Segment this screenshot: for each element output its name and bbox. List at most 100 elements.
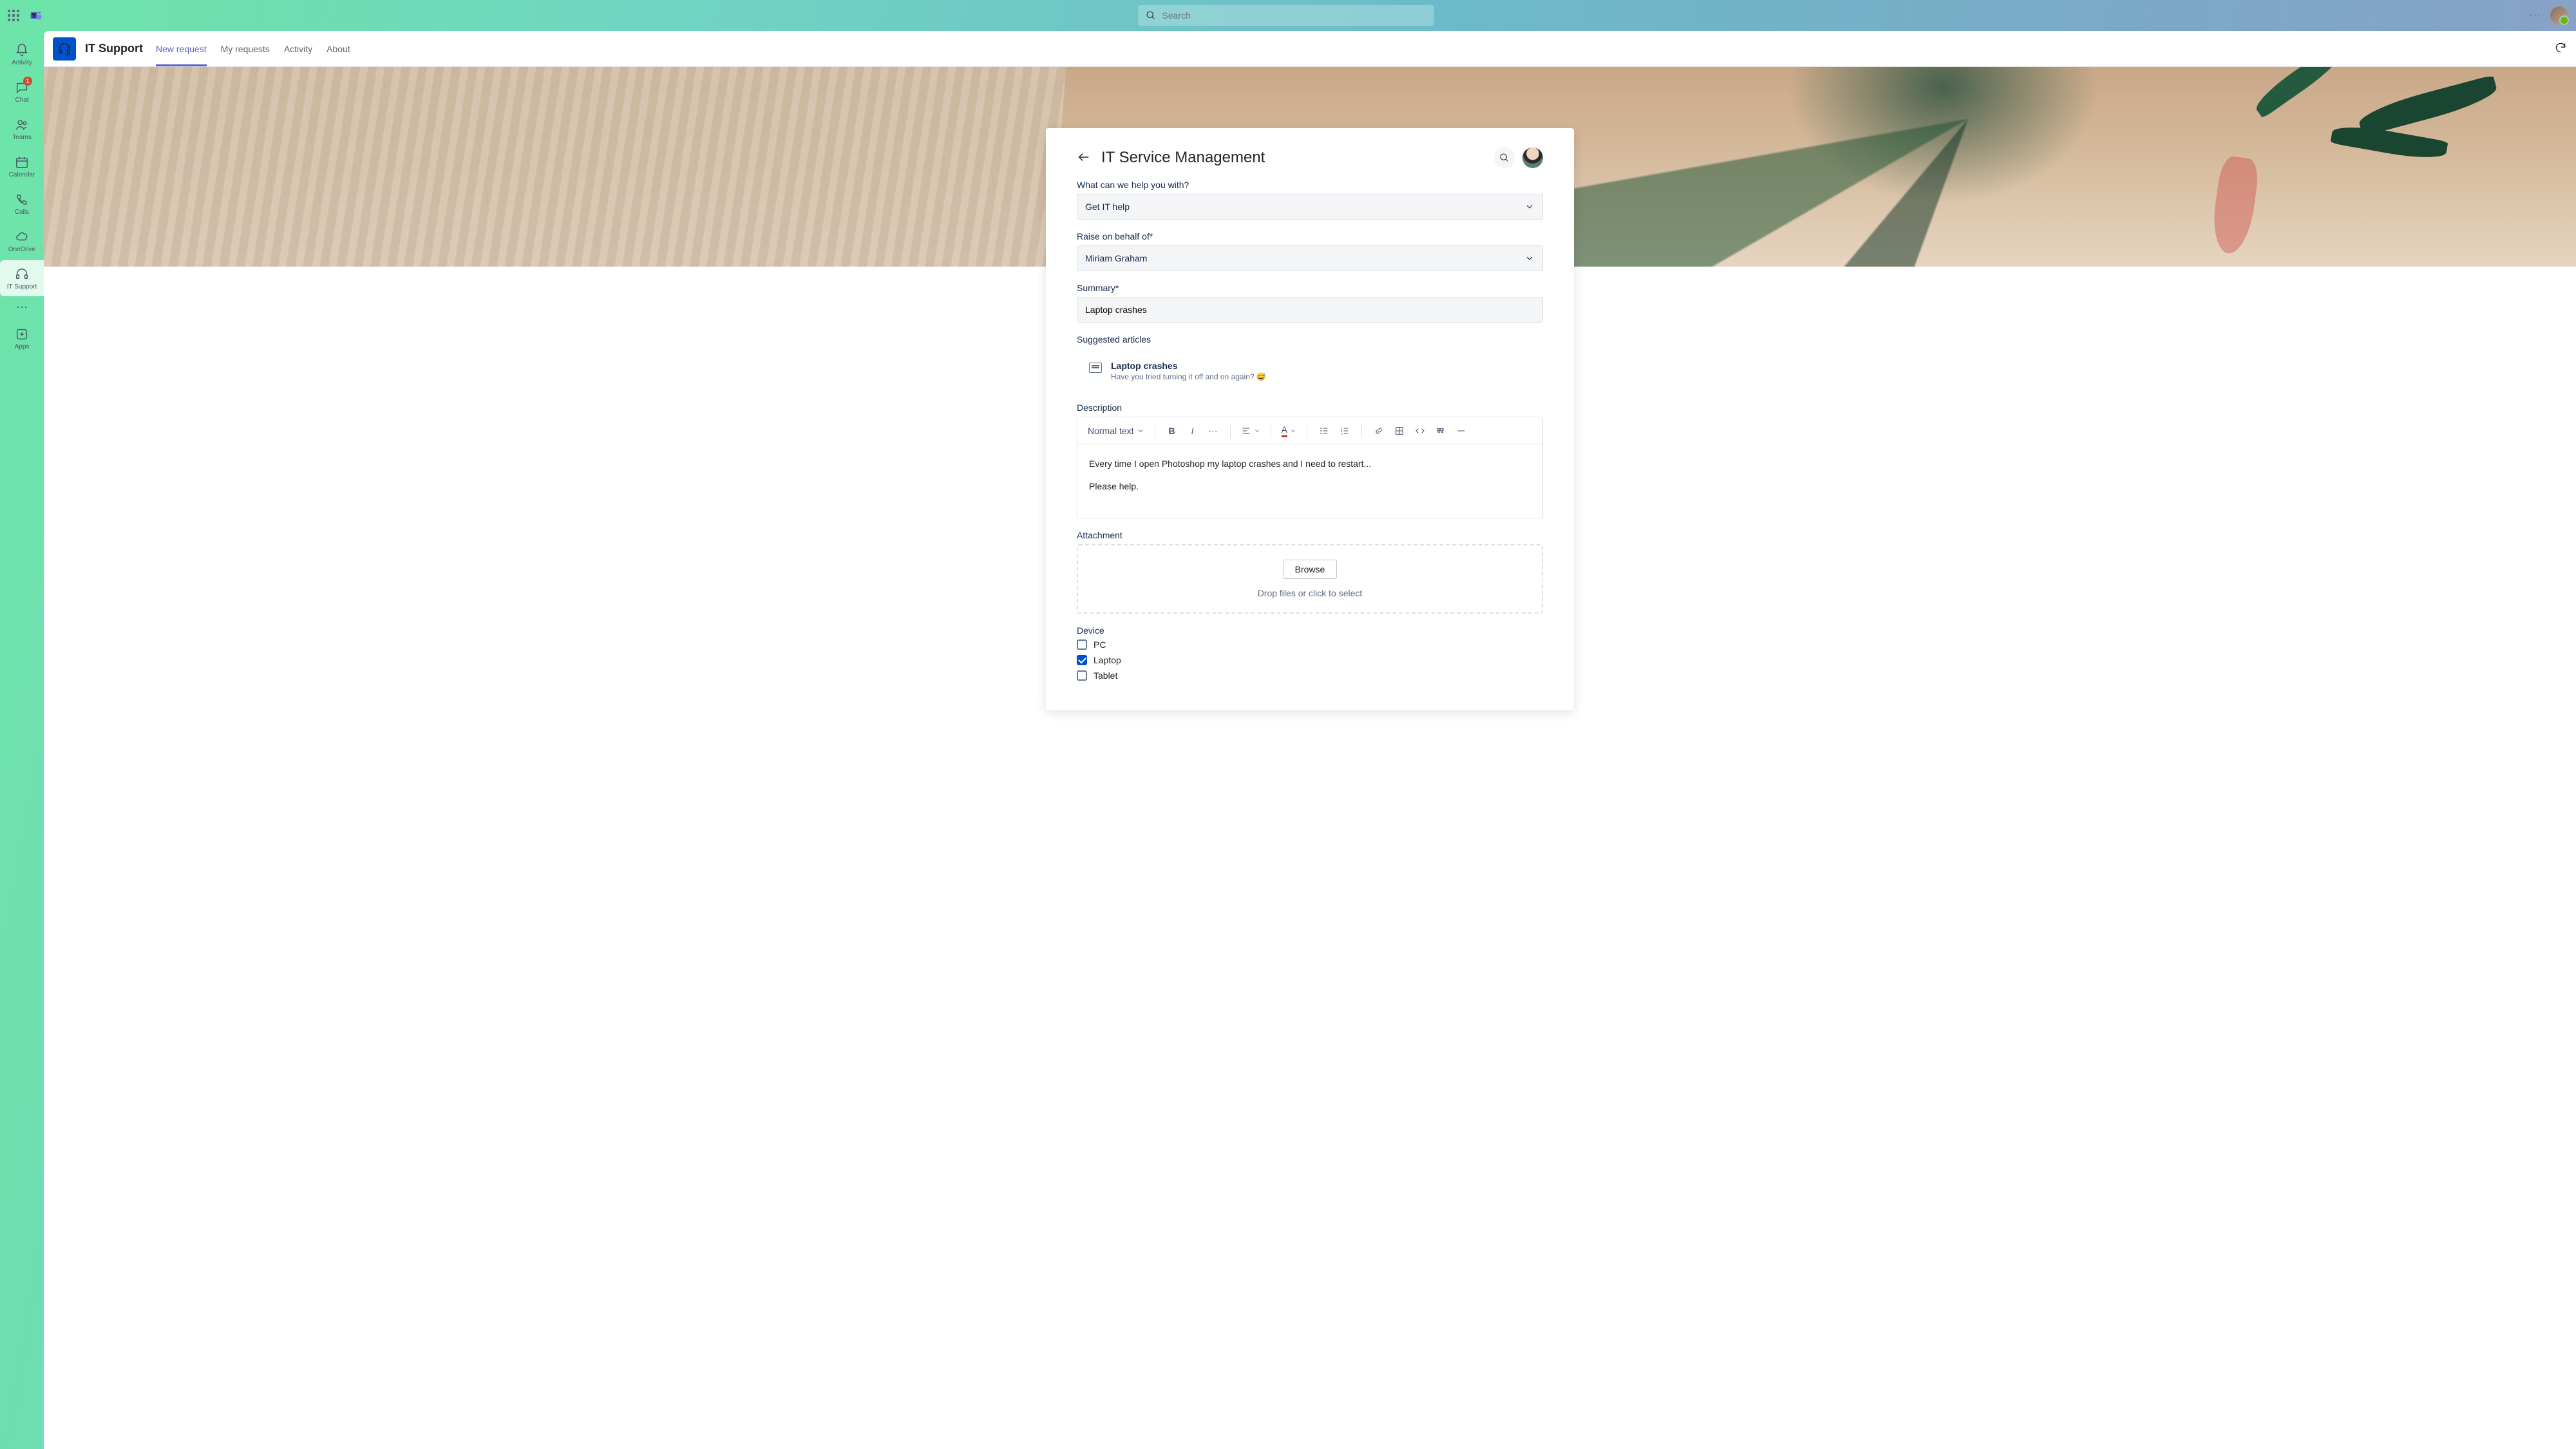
rte-toolbar: Normal text B I ···: [1077, 417, 1542, 444]
rail-teams[interactable]: Teams: [0, 111, 44, 147]
requester-avatar[interactable]: [1522, 147, 1543, 168]
global-search[interactable]: [1138, 5, 1434, 26]
chevron-down-icon: [1524, 253, 1535, 263]
tab-activity[interactable]: Activity: [284, 31, 312, 66]
tab-my-requests[interactable]: My requests: [221, 31, 270, 66]
rte-align-button[interactable]: [1238, 422, 1263, 440]
checkbox-icon: [1077, 639, 1087, 650]
help-select[interactable]: Get IT help: [1077, 194, 1543, 220]
app-title: IT Support: [85, 42, 143, 55]
rail-onedrive[interactable]: OneDrive: [0, 223, 44, 259]
device-pc-checkbox[interactable]: PC: [1077, 639, 1543, 650]
rte-text-color-button[interactable]: A: [1279, 422, 1299, 440]
svg-text:3: 3: [1341, 432, 1343, 435]
rte-hr-button[interactable]: [1452, 422, 1470, 440]
link-icon: [1374, 426, 1384, 436]
article-icon: [1089, 363, 1102, 373]
title-bar: T ···: [0, 0, 2576, 31]
description-editor: Normal text B I ···: [1077, 417, 1543, 518]
teams-logo-icon: T: [30, 9, 43, 22]
help-label: What can we help you with?: [1077, 180, 1543, 190]
back-button[interactable]: [1077, 150, 1091, 166]
rte-more-formatting[interactable]: ···: [1204, 422, 1222, 440]
rte-number-list-button[interactable]: 123: [1336, 422, 1354, 440]
search-input[interactable]: [1162, 10, 1426, 21]
bell-icon: [14, 43, 30, 58]
svg-text:T: T: [32, 13, 35, 19]
cloud-icon: [14, 229, 30, 245]
hr-icon: [1456, 426, 1466, 436]
rte-content[interactable]: Every time I open Photoshop my laptop cr…: [1077, 444, 1542, 518]
rte-table-button[interactable]: [1390, 422, 1408, 440]
drop-text: Drop files or click to select: [1092, 588, 1528, 598]
request-form-card: IT Service Management What can we help y…: [1046, 128, 1574, 710]
device-laptop-checkbox[interactable]: Laptop: [1077, 655, 1543, 665]
content-body: IT Service Management What can we help y…: [44, 67, 2576, 1449]
suggested-article[interactable]: Laptop crashes Have you tried turning it…: [1077, 351, 1543, 391]
chevron-down-icon: [1137, 427, 1144, 435]
code-icon: [1415, 426, 1425, 436]
rte-text-style[interactable]: Normal text: [1085, 422, 1147, 440]
attachment-dropzone[interactable]: Browse Drop files or click to select: [1077, 544, 1543, 614]
form-title: IT Service Management: [1101, 149, 1484, 167]
tab-new-request[interactable]: New request: [156, 31, 207, 66]
calendar-icon: [14, 155, 30, 170]
rte-code-button[interactable]: [1411, 422, 1429, 440]
rail-calls[interactable]: Calls: [0, 185, 44, 222]
tab-about[interactable]: About: [327, 31, 350, 66]
rail-activity[interactable]: Activity: [0, 36, 44, 72]
app-logo-icon: [53, 37, 76, 61]
rte-quote-button[interactable]: [1432, 422, 1450, 440]
user-avatar[interactable]: [2550, 6, 2568, 24]
app-header: IT Support New request My requests Activ…: [44, 31, 2576, 67]
summary-label: Summary*: [1077, 283, 1543, 293]
device-tablet-checkbox[interactable]: Tablet: [1077, 670, 1543, 681]
behalf-select[interactable]: Miriam Graham: [1077, 245, 1543, 271]
rail-chat[interactable]: 1 Chat: [0, 73, 44, 109]
chevron-down-icon: [1524, 202, 1535, 212]
table-icon: [1394, 426, 1405, 436]
behalf-value: Miriam Graham: [1085, 253, 1147, 263]
browse-button[interactable]: Browse: [1283, 560, 1338, 579]
help-value: Get IT help: [1085, 202, 1130, 212]
summary-input-wrap[interactable]: [1077, 297, 1543, 323]
attachment-label: Attachment: [1077, 530, 1543, 540]
app-launcher-icon[interactable]: [8, 10, 19, 21]
rail-more-icon[interactable]: ···: [16, 300, 28, 314]
phone-icon: [14, 192, 30, 207]
apps-add-icon: [14, 327, 30, 342]
suggested-label: Suggested articles: [1077, 334, 1543, 345]
search-icon: [1499, 153, 1510, 163]
chevron-down-icon: [1290, 428, 1296, 434]
align-icon: [1241, 426, 1251, 436]
rte-bullet-list-button[interactable]: [1315, 422, 1333, 440]
checkbox-checked-icon: [1077, 655, 1087, 665]
rail-apps[interactable]: Apps: [0, 320, 44, 356]
search-icon: [1146, 10, 1156, 21]
left-rail: Activity 1 Chat Teams Calendar Calls One…: [0, 31, 44, 1449]
number-list-icon: 123: [1340, 426, 1350, 436]
rte-bold-button[interactable]: B: [1163, 422, 1181, 440]
bullet-list-icon: [1319, 426, 1329, 436]
article-title: Laptop crashes: [1111, 361, 1266, 371]
more-options-icon[interactable]: ···: [2529, 10, 2541, 21]
summary-input[interactable]: [1085, 305, 1535, 315]
article-subtitle: Have you tried turning it off and on aga…: [1111, 372, 1266, 381]
rte-italic-button[interactable]: I: [1184, 422, 1202, 440]
chat-badge: 1: [23, 77, 32, 86]
headset-icon: [14, 267, 30, 282]
chevron-down-icon: [1254, 428, 1260, 434]
form-search-button[interactable]: [1494, 147, 1515, 168]
quote-icon: [1435, 426, 1446, 436]
checkbox-icon: [1077, 670, 1087, 681]
device-label: Device: [1077, 625, 1543, 636]
description-p1: Every time I open Photoshop my laptop cr…: [1089, 457, 1531, 471]
description-label: Description: [1077, 402, 1543, 413]
rail-calendar[interactable]: Calendar: [0, 148, 44, 184]
rail-itsupport[interactable]: IT Support: [0, 260, 44, 296]
refresh-icon[interactable]: [2554, 41, 2567, 54]
behalf-label: Raise on behalf of*: [1077, 231, 1543, 242]
rte-link-button[interactable]: [1370, 422, 1388, 440]
description-p2: Please help.: [1089, 480, 1531, 493]
people-icon: [14, 117, 30, 133]
